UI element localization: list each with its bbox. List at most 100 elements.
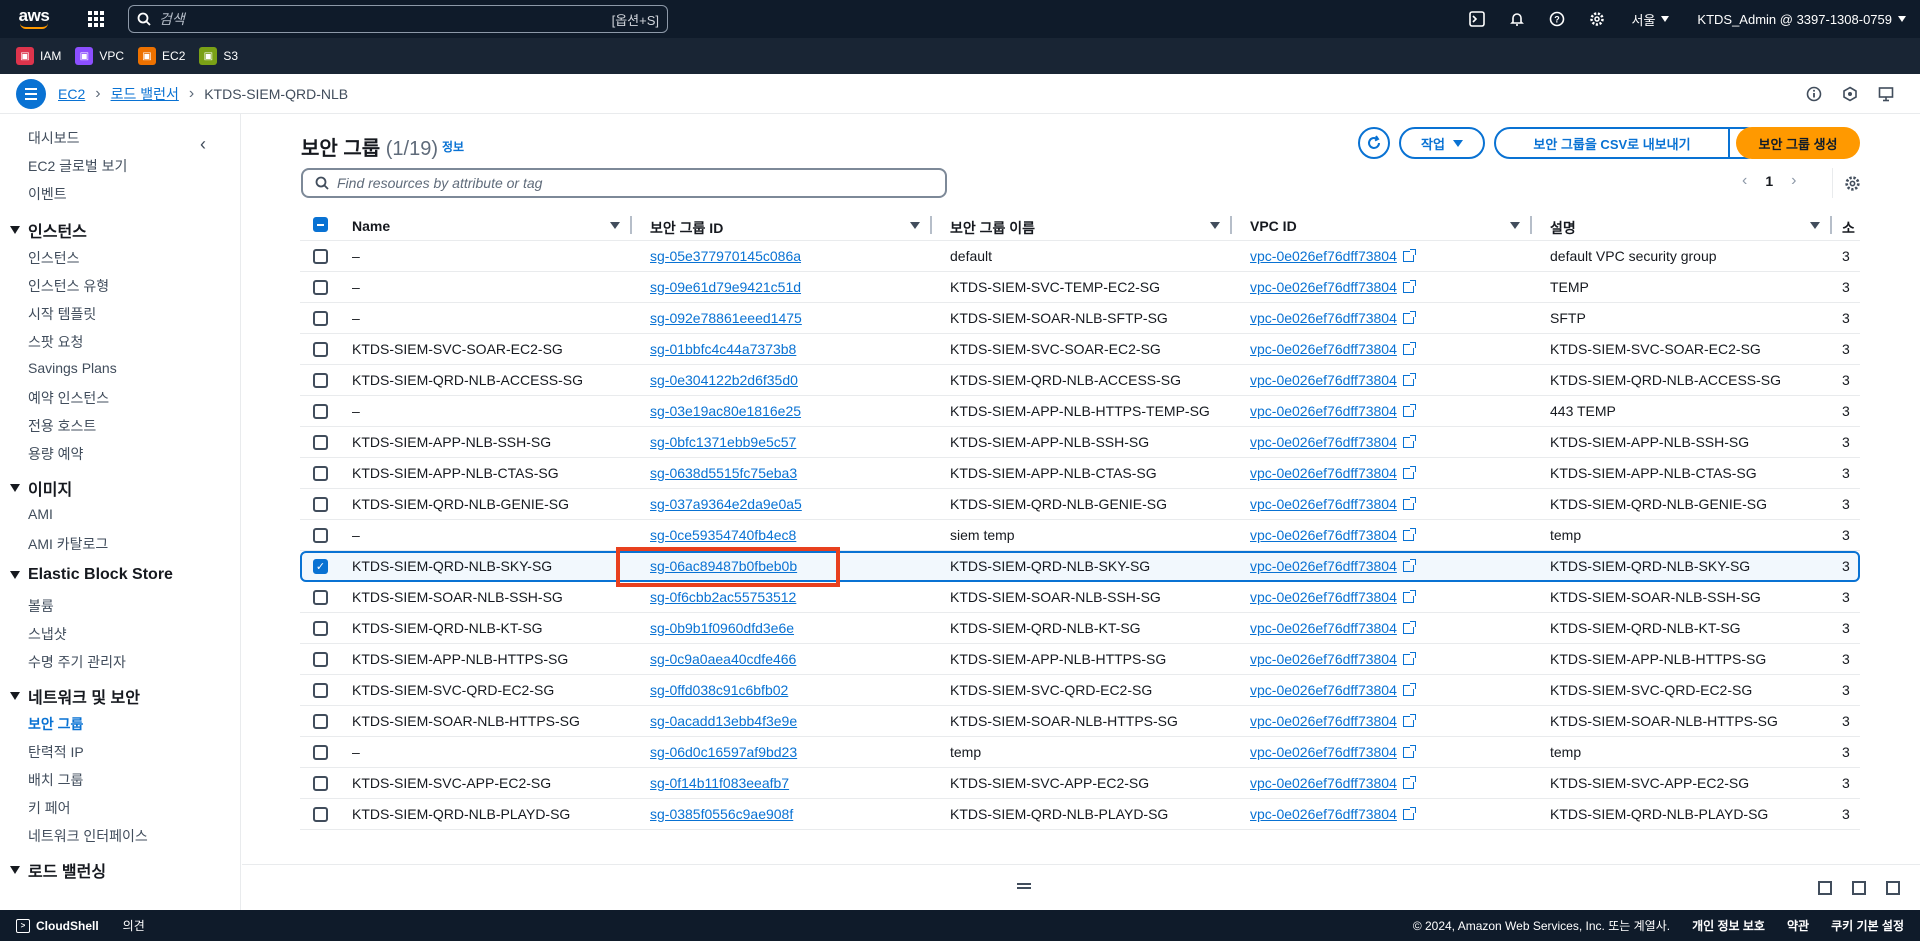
split-side-icon[interactable] — [1852, 881, 1866, 895]
favorite-ec2[interactable]: ▣ EC2 — [138, 47, 185, 65]
cell-vpc-id-link[interactable]: vpc-0e026ef76dff73804 — [1250, 744, 1397, 760]
column-header-security-group-name[interactable]: 보안 그룹 이름 — [950, 218, 1035, 238]
cell-security-group-id-link[interactable]: sg-0f14b11f083eeafb7 — [650, 775, 789, 791]
table-row[interactable]: KTDS-SIEM-APP-NLB-SSH-SG sg-0bfc1371ebb9e… — [300, 427, 1860, 458]
external-link-icon[interactable] — [1402, 590, 1416, 603]
favorite-iam[interactable]: ▣ IAM — [16, 47, 61, 65]
cell-security-group-id-link[interactable]: sg-0acadd13ebb4f3e9e — [650, 713, 797, 729]
cell-security-group-id-link[interactable]: sg-0bfc1371ebb9e5c57 — [650, 434, 796, 450]
row-checkbox[interactable] — [313, 652, 328, 667]
favorite-vpc[interactable]: ▣ VPC — [75, 47, 124, 65]
external-link-icon[interactable] — [1402, 528, 1416, 541]
info-icon[interactable] — [1800, 80, 1828, 108]
cell-vpc-id-link[interactable]: vpc-0e026ef76dff73804 — [1250, 651, 1397, 667]
row-checkbox[interactable] — [313, 280, 328, 295]
cell-vpc-id-link[interactable]: vpc-0e026ef76dff73804 — [1250, 775, 1397, 791]
refresh-button[interactable] — [1358, 127, 1390, 159]
cell-security-group-id-link[interactable]: sg-0c9a0aea40cdfe466 — [650, 651, 796, 667]
row-checkbox[interactable] — [313, 745, 328, 760]
column-header-owner[interactable]: 소 — [1842, 220, 1855, 236]
create-security-group-button[interactable]: 보안 그룹 생성 — [1736, 127, 1860, 159]
cloudshell-button[interactable]: > CloudShell — [16, 918, 99, 933]
row-checkbox[interactable] — [313, 621, 328, 636]
account-menu[interactable]: KTDS_Admin @ 3397-1308-0759 — [1683, 12, 1920, 27]
table-row[interactable]: – sg-03e19ac80e1816e25 KTDS-SIEM-APP-NLB-H… — [300, 396, 1860, 427]
sort-caret-icon[interactable] — [1210, 222, 1220, 229]
cell-vpc-id-link[interactable]: vpc-0e026ef76dff73804 — [1250, 248, 1397, 264]
sort-caret-icon[interactable] — [610, 222, 620, 229]
external-link-icon[interactable] — [1402, 280, 1416, 293]
sidebar-item[interactable]: 배치 그룹 — [28, 770, 83, 790]
cookie-preferences-link[interactable]: 쿠키 기본 설정 — [1831, 917, 1904, 934]
sort-caret-icon[interactable] — [910, 222, 920, 229]
tutorial-panel-icon[interactable] — [1836, 80, 1864, 108]
sidebar-item[interactable]: 예약 인스턴스 — [28, 388, 109, 408]
cell-vpc-id-link[interactable]: vpc-0e026ef76dff73804 — [1250, 558, 1397, 574]
column-header-security-group-id[interactable]: 보안 그룹 ID — [650, 218, 723, 238]
external-link-icon[interactable] — [1402, 652, 1416, 665]
row-checkbox[interactable] — [313, 342, 328, 357]
cell-security-group-id-link[interactable]: sg-037a9364e2da9e0a5 — [650, 496, 802, 512]
row-checkbox[interactable] — [313, 373, 328, 388]
table-row[interactable]: KTDS-SIEM-APP-NLB-CTAS-SG sg-0638d5515fc7… — [300, 458, 1860, 489]
sidebar-item[interactable]: Savings Plans — [28, 360, 117, 376]
table-row[interactable]: – sg-06d0c16597af9bd23 temp vpc-0e026ef76df… — [300, 737, 1860, 768]
table-row[interactable]: KTDS-SIEM-SOAR-NLB-HTTPS-SG sg-0acadd13eb… — [300, 706, 1860, 737]
sidebar-section[interactable]: 로드 밸런싱 — [10, 858, 106, 882]
table-row[interactable]: – sg-05e377970145c086a default vpc-0e026ef7… — [300, 241, 1860, 272]
external-link-icon[interactable] — [1402, 621, 1416, 634]
breadcrumb-ec2[interactable]: EC2 — [58, 86, 85, 102]
cell-vpc-id-link[interactable]: vpc-0e026ef76dff73804 — [1250, 620, 1397, 636]
sidebar-item[interactable]: 대시보드 — [28, 128, 80, 148]
row-checkbox[interactable] — [313, 249, 328, 264]
column-header-description[interactable]: 설명 — [1550, 218, 1576, 238]
info-link[interactable]: 정보 — [442, 138, 464, 155]
external-link-icon[interactable] — [1402, 745, 1416, 758]
sidebar-section[interactable]: Elastic Block Store — [10, 566, 173, 584]
row-checkbox[interactable] — [313, 590, 328, 605]
row-checkbox[interactable] — [313, 311, 328, 326]
cell-vpc-id-link[interactable]: vpc-0e026ef76dff73804 — [1250, 341, 1397, 357]
cell-vpc-id-link[interactable]: vpc-0e026ef76dff73804 — [1250, 403, 1397, 419]
sidebar-item[interactable]: 인스턴스 — [28, 248, 80, 268]
select-all-checkbox[interactable] — [313, 217, 328, 232]
cell-security-group-id-link[interactable]: sg-0385f0556c9ae908f — [650, 806, 793, 822]
row-checkbox[interactable] — [313, 683, 328, 698]
table-row[interactable]: – sg-09e61d79e9421c51d KTDS-SIEM-SVC-TEMP-… — [300, 272, 1860, 303]
cell-security-group-id-link[interactable]: sg-092e78861eeed1475 — [650, 310, 802, 326]
cell-vpc-id-link[interactable]: vpc-0e026ef76dff73804 — [1250, 713, 1397, 729]
cell-vpc-id-link[interactable]: vpc-0e026ef76dff73804 — [1250, 279, 1397, 295]
cell-security-group-id-link[interactable]: sg-09e61d79e9421c51d — [650, 279, 801, 295]
filter-input[interactable]: Find resources by attribute or tag — [301, 168, 947, 198]
cell-vpc-id-link[interactable]: vpc-0e026ef76dff73804 — [1250, 527, 1397, 543]
breadcrumb-load-balancers[interactable]: 로드 밸런서 — [111, 84, 179, 104]
table-row[interactable]: KTDS-SIEM-QRD-NLB-KT-SG sg-0b9b1f0960dfd3… — [300, 613, 1860, 644]
sidebar-section[interactable]: 이미지 — [10, 476, 72, 500]
cell-security-group-id-link[interactable]: sg-0e304122b2d6f35d0 — [650, 372, 798, 388]
cell-vpc-id-link[interactable]: vpc-0e026ef76dff73804 — [1250, 465, 1397, 481]
external-link-icon[interactable] — [1402, 404, 1416, 417]
row-checkbox[interactable] — [313, 776, 328, 791]
sidebar-item[interactable]: 인스턴스 유형 — [28, 276, 109, 296]
column-header-name[interactable]: Name — [352, 218, 390, 234]
privacy-link[interactable]: 개인 정보 보호 — [1692, 917, 1765, 934]
sidebar-item[interactable]: 시작 템플릿 — [28, 304, 96, 324]
cell-vpc-id-link[interactable]: vpc-0e026ef76dff73804 — [1250, 806, 1397, 822]
table-row[interactable]: KTDS-SIEM-SVC-QRD-EC2-SG sg-0ffd038c91c6b… — [300, 675, 1860, 706]
side-nav-toggle-menu-icon[interactable] — [16, 78, 46, 109]
table-row[interactable]: KTDS-SIEM-QRD-NLB-PLAYD-SG sg-0385f0556c9… — [300, 799, 1860, 830]
external-link-icon[interactable] — [1402, 497, 1416, 510]
row-checkbox[interactable] — [313, 497, 328, 512]
column-header-vpc-id[interactable]: VPC ID — [1250, 218, 1297, 234]
export-csv-button[interactable]: 보안 그룹을 CSV로 내보내기 — [1494, 127, 1730, 159]
settings-gear-icon[interactable] — [1577, 0, 1617, 38]
table-row[interactable]: – sg-092e78861eeed1475 KTDS-SIEM-SOAR-NLB-… — [300, 303, 1860, 334]
sidebar-item[interactable]: EC2 글로벌 보기 — [28, 156, 127, 176]
split-bottom-icon[interactable] — [1818, 881, 1832, 895]
cell-vpc-id-link[interactable]: vpc-0e026ef76dff73804 — [1250, 496, 1397, 512]
cell-security-group-id-link[interactable]: sg-05e377970145c086a — [650, 248, 801, 264]
sidebar-item[interactable]: AMI — [28, 506, 53, 522]
cell-vpc-id-link[interactable]: vpc-0e026ef76dff73804 — [1250, 589, 1397, 605]
sidebar-item[interactable]: 탄력적 IP — [28, 742, 84, 762]
cell-security-group-id-link[interactable]: sg-0b9b1f0960dfd3e6e — [650, 620, 794, 636]
